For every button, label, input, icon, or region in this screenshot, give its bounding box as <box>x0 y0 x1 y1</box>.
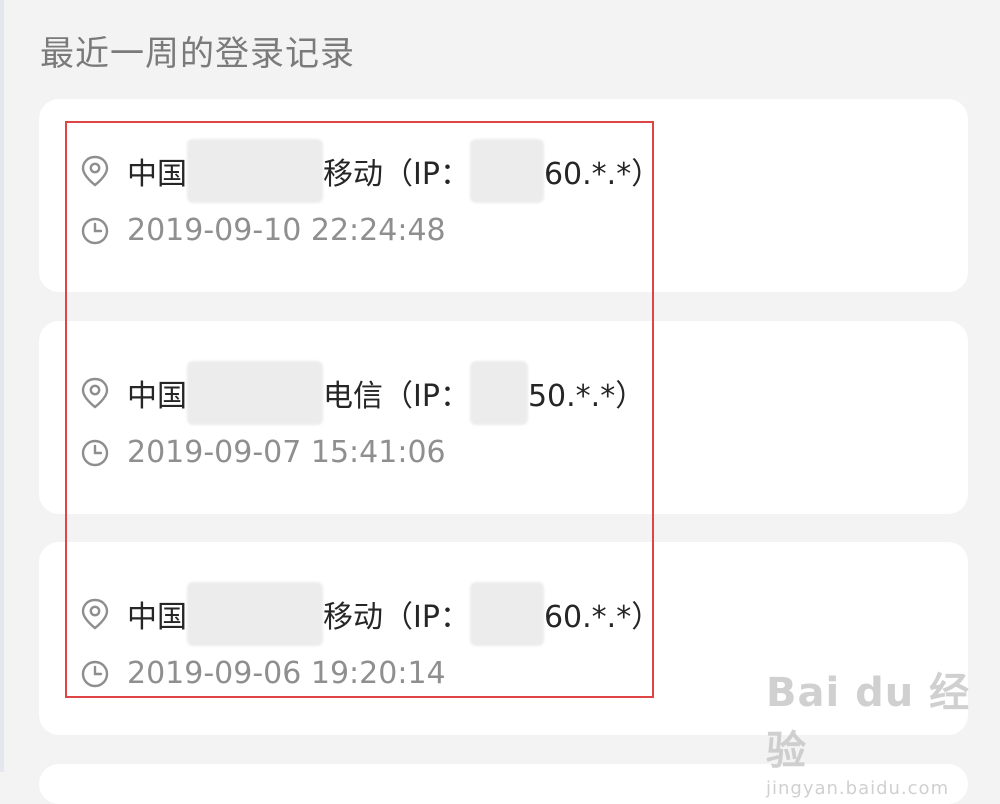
carrier-label: 电信（IP： <box>323 379 470 414</box>
location-row: 中国 电信（IP： 50.*.*） <box>79 361 645 425</box>
redacted-region <box>187 139 323 203</box>
ip-tail: 60.*.*） <box>543 157 662 192</box>
watermark-brand: Bai du 经验 <box>766 670 971 774</box>
location-row: 中国 移动（IP： 60.*.*） <box>79 139 661 203</box>
left-edge <box>0 0 4 772</box>
page-title: 最近一周的登录记录 <box>40 34 355 74</box>
country-label: 中国 <box>127 600 187 635</box>
login-record-card: 中国 移动（IP： 60.*.*） 2019-09-10 22:24:48 <box>39 99 968 292</box>
clock-icon <box>79 658 111 690</box>
redacted-ip <box>469 582 544 646</box>
country-label: 中国 <box>127 379 187 414</box>
ip-tail: 50.*.*） <box>527 379 646 414</box>
location-text: 中国 移动（IP： 60.*.*） <box>127 582 661 646</box>
location-text: 中国 移动（IP： 60.*.*） <box>127 139 661 203</box>
carrier-label: 移动（IP： <box>323 600 470 635</box>
time-row: 2019-09-06 19:20:14 <box>79 656 446 691</box>
login-time: 2019-09-07 15:41:06 <box>127 435 446 470</box>
login-time: 2019-09-06 19:20:14 <box>127 656 446 691</box>
location-row: 中国 移动（IP： 60.*.*） <box>79 582 661 646</box>
redacted-region <box>187 582 323 646</box>
redacted-ip <box>469 361 528 425</box>
login-time: 2019-09-10 22:24:48 <box>127 213 446 248</box>
clock-icon <box>79 437 111 469</box>
ip-tail: 60.*.*） <box>543 600 662 635</box>
login-record-card: 中国 电信（IP： 50.*.*） 2019-09-07 15:41:06 <box>39 321 968 514</box>
watermark-logo: Bai du 经验 jingyan.baidu.com <box>766 660 1000 799</box>
location-pin-icon <box>79 155 111 187</box>
location-text: 中国 电信（IP： 50.*.*） <box>127 361 645 425</box>
redacted-ip <box>469 139 544 203</box>
clock-icon <box>79 215 111 247</box>
carrier-label: 移动（IP： <box>323 157 470 192</box>
watermark-url: jingyan.baidu.com <box>766 778 950 799</box>
redacted-region <box>187 361 323 425</box>
location-pin-icon <box>79 598 111 630</box>
time-row: 2019-09-07 15:41:06 <box>79 435 446 470</box>
location-pin-icon <box>79 377 111 409</box>
time-row: 2019-09-10 22:24:48 <box>79 213 446 248</box>
country-label: 中国 <box>127 157 187 192</box>
